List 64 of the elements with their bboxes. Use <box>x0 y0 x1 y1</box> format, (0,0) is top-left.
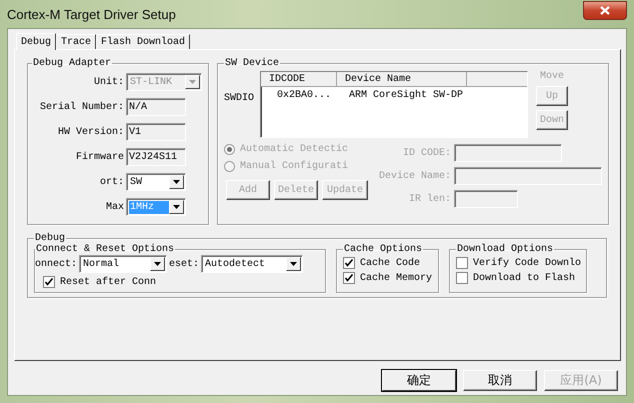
field-label: Max <box>104 202 124 212</box>
tab[interactable]: Flash Download <box>96 34 190 49</box>
selected-value: 1MHz <box>129 200 169 214</box>
group-title: Debug <box>34 233 66 244</box>
field-label: HW Version: <box>56 126 124 138</box>
checkbox[interactable]: Cache Code <box>343 257 434 269</box>
dropdown-arrow-icon <box>189 80 196 84</box>
group-title: Download Options <box>456 244 554 255</box>
column-header <box>467 72 528 87</box>
column-header[interactable]: IDCODE <box>261 72 338 87</box>
close-icon <box>600 6 610 14</box>
field-label: ort: <box>98 176 124 188</box>
checkbox-label: Download to Flash <box>473 272 576 284</box>
field-label: IR len: <box>408 194 451 204</box>
table-cell-text: 0x2BA0... <box>276 89 332 103</box>
move-label: Move <box>540 71 564 82</box>
dropdown-arrow-icon <box>290 262 298 266</box>
input-field[interactable] <box>454 144 562 162</box>
input-field[interactable] <box>454 167 602 185</box>
column-header[interactable]: Device Name <box>337 72 468 87</box>
group-title: Debug Adapter <box>32 58 112 69</box>
field-label: ID CODE: <box>402 148 451 158</box>
readonly-field[interactable]: N/A <box>126 98 186 116</box>
radio-label: Automatic Detectic <box>240 144 348 155</box>
dropdown-arrow-icon <box>154 262 162 266</box>
dropdown-field[interactable]: Autodetect <box>201 255 304 273</box>
group-title: Connect & Reset Options <box>35 244 176 255</box>
close-button[interactable] <box>583 0 627 20</box>
checkbox-label: Verify Code Downlo <box>473 258 582 268</box>
input-field[interactable] <box>454 190 518 208</box>
checkbox-label: Cache Memory <box>360 272 432 284</box>
tab[interactable]: Debug <box>16 33 56 50</box>
group-title: SW Device <box>224 58 280 69</box>
field-label: onnect: <box>35 258 78 270</box>
selected-value: Normal <box>82 258 120 270</box>
selected-value: ST-LINK <box>129 76 174 88</box>
field-label: Unit: <box>92 76 124 88</box>
window-title: Cortex-M Target Driver Setup <box>7 6 176 22</box>
port-label: SWDIO <box>224 93 254 104</box>
dropdown-field[interactable]: Normal <box>79 255 168 273</box>
field-label: Device Name: <box>378 170 451 182</box>
readonly-field[interactable]: V1 <box>126 123 186 141</box>
dropdown-arrow-icon <box>173 205 180 209</box>
table-cell-text: ARM CoreSight SW-DP <box>348 88 464 103</box>
checkbox[interactable]: Verify Code Downlo <box>456 257 584 269</box>
dropdown-field[interactable]: SW <box>126 173 186 191</box>
radio-label: Manual Configurati <box>240 161 348 172</box>
field-label: Firmware <box>74 152 124 162</box>
selected-value: Autodetect <box>204 258 266 270</box>
readonly-field[interactable]: V2J24S11 <box>126 148 186 166</box>
dropdown-arrow-icon <box>173 180 180 184</box>
tab[interactable]: Trace <box>56 34 96 49</box>
group-title: Cache Options <box>343 244 424 255</box>
checkbox[interactable]: Reset after Conn <box>43 276 321 288</box>
checkbox-label: Cache Code <box>360 258 420 268</box>
checkbox[interactable]: Cache Memory <box>343 272 434 284</box>
selected-value: SW <box>129 176 144 188</box>
field-label: eset: <box>169 258 200 270</box>
field-label: Serial Number: <box>38 102 124 112</box>
checkbox-label: Reset after Conn <box>60 276 156 288</box>
checkmark-icon <box>45 278 53 286</box>
dialog-button[interactable]: 取消 <box>463 370 537 391</box>
checkbox[interactable]: Download to Flash <box>456 272 584 284</box>
dialog-button[interactable]: 确定 <box>382 370 456 391</box>
